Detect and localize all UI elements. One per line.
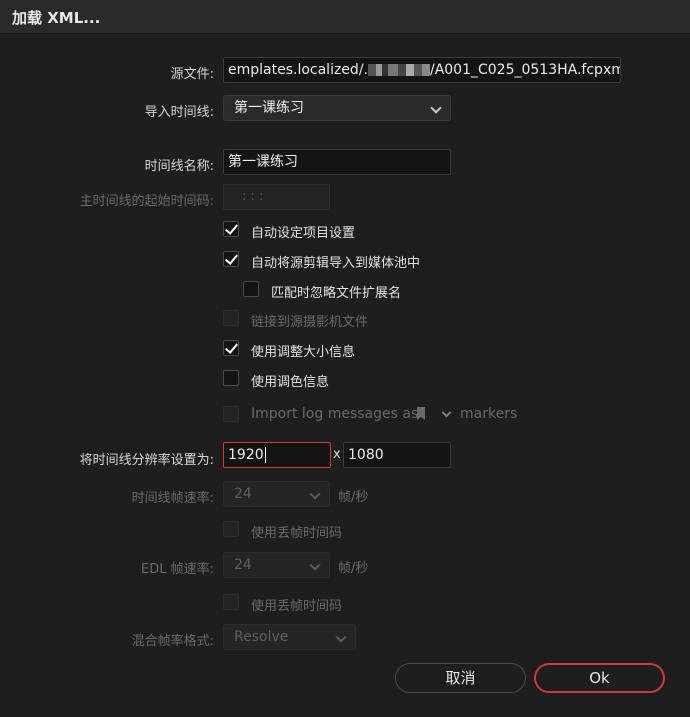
- auto-project-checkbox[interactable]: [223, 221, 239, 237]
- edl-fps-select[interactable]: 24: [223, 552, 330, 578]
- edl-fps-unit: 帧/秒: [338, 561, 369, 576]
- import-timeline-select[interactable]: 第一课练习: [223, 95, 451, 121]
- chevron-down-icon: [430, 102, 442, 114]
- cancel-button[interactable]: 取消: [395, 663, 526, 693]
- auto-import-checkbox[interactable]: [223, 251, 239, 267]
- timeline-fps-value: 24: [234, 486, 252, 502]
- dialog-title: 加载 XML...: [12, 9, 101, 27]
- timeline-fps-label: 时间线帧速率:: [131, 491, 214, 506]
- ok-button[interactable]: Ok: [534, 663, 665, 693]
- resolution-height-input[interactable]: 1080: [343, 442, 451, 468]
- chevron-down-icon[interactable]: [441, 407, 452, 418]
- drop-frame-label-1: 使用丢帧时间码: [251, 526, 343, 541]
- import-log-suffix: markers: [460, 406, 518, 422]
- ignore-extension-label: 匹配时忽略文件扩展名: [271, 286, 402, 301]
- source-file-label: 源文件:: [170, 67, 214, 82]
- start-timecode-input[interactable]: : : :: [223, 184, 330, 210]
- drop-frame-label-2: 使用丢帧时间码: [251, 599, 343, 614]
- resolution-width-value: 1920: [228, 447, 264, 463]
- chevron-down-icon: [309, 488, 321, 500]
- use-color-checkbox[interactable]: [223, 370, 239, 386]
- mixed-fps-label: 混合帧率格式:: [131, 634, 214, 649]
- auto-project-label: 自动设定项目设置: [251, 226, 356, 241]
- import-timeline-label: 导入时间线:: [144, 105, 214, 120]
- marker-flag-icon: [417, 407, 425, 420]
- drop-frame-checkbox-2[interactable]: [223, 594, 239, 610]
- resolution-label: 将时间线分辨率设置为:: [79, 453, 214, 468]
- import-log-prefix: Import log messages as: [251, 406, 419, 422]
- resolution-width-input[interactable]: 1920: [223, 442, 331, 468]
- link-camera-label: 链接到源摄影机文件: [251, 315, 369, 330]
- text-cursor: [264, 447, 266, 463]
- check-icon: [224, 251, 239, 265]
- redacted-path: [367, 64, 430, 76]
- mixed-fps-value: Resolve: [234, 629, 289, 645]
- mixed-fps-select[interactable]: Resolve: [223, 624, 356, 650]
- chevron-down-icon: [335, 631, 347, 643]
- source-file-suffix: /A001_C025_0513HA.fcpxml: [429, 62, 621, 78]
- link-camera-checkbox[interactable]: [223, 310, 239, 326]
- timeline-fps-unit: 帧/秒: [338, 490, 369, 505]
- edl-fps-value: 24: [234, 557, 252, 573]
- timeline-name-label: 时间线名称:: [144, 159, 214, 174]
- drop-frame-checkbox-1[interactable]: [223, 521, 239, 537]
- source-file-prefix: emplates.localized/.: [228, 62, 368, 78]
- dialog-titlebar: 加载 XML...: [0, 0, 690, 34]
- timeline-fps-select[interactable]: 24: [223, 481, 330, 507]
- source-file-field[interactable]: emplates.localized/. /A001_C025_0513HA.fc…: [223, 57, 621, 83]
- check-icon: [224, 340, 239, 354]
- use-resize-label: 使用调整大小信息: [251, 345, 356, 360]
- check-icon: [224, 221, 239, 235]
- chevron-down-icon: [309, 559, 321, 571]
- use-resize-checkbox[interactable]: [223, 340, 239, 356]
- start-timecode-label: 主时间线的起始时间码:: [79, 194, 214, 209]
- edl-fps-label: EDL 帧速率:: [141, 562, 214, 577]
- timeline-name-input[interactable]: 第一课练习: [223, 149, 451, 175]
- auto-import-label: 自动将源剪辑导入到媒体池中: [251, 256, 421, 271]
- ignore-extension-checkbox[interactable]: [243, 281, 259, 297]
- use-color-label: 使用调色信息: [251, 375, 330, 390]
- resolution-separator: x: [333, 447, 341, 462]
- import-timeline-value: 第一课练习: [234, 100, 304, 116]
- import-log-checkbox[interactable]: [223, 406, 239, 422]
